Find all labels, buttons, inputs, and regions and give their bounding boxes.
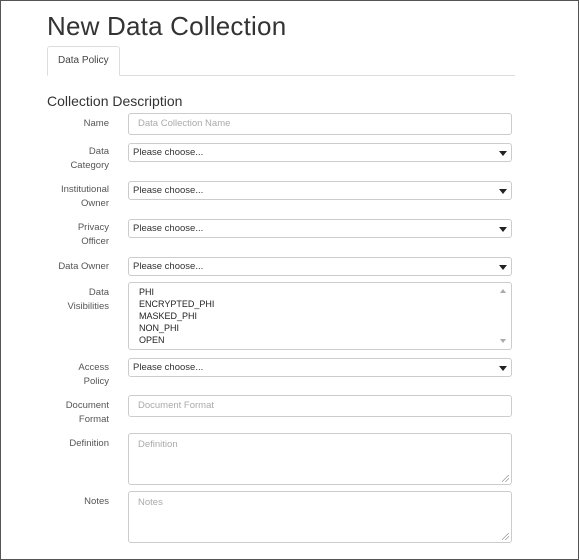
chevron-down-icon [499, 366, 507, 371]
document-format-label: Document Format [47, 399, 109, 427]
data-category-label: Data Category [47, 145, 109, 173]
list-item[interactable]: OPEN [139, 334, 501, 346]
institutional-owner-value: Please choose... [133, 185, 204, 196]
tab-data-policy[interactable]: Data Policy [47, 46, 120, 76]
data-visibilities-label-line1: Data [88, 287, 109, 298]
resize-handle-icon[interactable] [502, 475, 509, 482]
data-owner-select[interactable]: Please choose... [128, 257, 512, 276]
privacy-officer-label: Privacy Officer [47, 221, 109, 249]
page-title: New Data Collection [47, 11, 287, 41]
section-title: Collection Description [47, 93, 183, 109]
access-policy-label-line1: Access [78, 362, 109, 373]
access-policy-label: Access Policy [47, 361, 109, 389]
institutional-owner-label: Institutional Owner [47, 183, 109, 211]
list-item[interactable]: ENCRYPTED_PHI [139, 298, 501, 310]
name-label: Name [83, 118, 109, 129]
scroll-down-icon[interactable] [500, 339, 506, 343]
institutional-owner-label-line2: Owner [81, 198, 109, 209]
definition-placeholder: Definition [138, 439, 178, 450]
notes-placeholder: Notes [138, 497, 163, 508]
document-format-input[interactable]: Document Format [128, 395, 512, 417]
list-item[interactable]: MASKED_PHI [139, 310, 501, 322]
privacy-officer-label-line1: Privacy [77, 222, 109, 233]
scroll-up-icon[interactable] [500, 289, 506, 293]
notes-textarea[interactable]: Notes [128, 491, 512, 543]
data-category-label-line2: Category [70, 160, 109, 171]
definition-textarea[interactable]: Definition [128, 433, 512, 485]
data-visibilities-label: Data Visibilities [47, 286, 109, 314]
data-category-select[interactable]: Please choose... [128, 143, 512, 162]
list-item[interactable]: PHI [139, 286, 501, 298]
name-input[interactable]: Data Collection Name [128, 113, 512, 135]
privacy-officer-label-line2: Officer [81, 236, 109, 247]
data-category-value: Please choose... [133, 147, 204, 158]
resize-handle-icon[interactable] [502, 533, 509, 540]
data-category-label-line1: Data [88, 146, 109, 157]
chevron-down-icon [499, 265, 507, 270]
document-format-label-line2: Format [78, 414, 109, 425]
data-visibilities-listbox[interactable]: PHI ENCRYPTED_PHI MASKED_PHI NON_PHI OPE… [128, 282, 512, 350]
data-visibilities-label-line2: Visibilities [67, 301, 109, 312]
chevron-down-icon [499, 227, 507, 232]
chevron-down-icon [499, 189, 507, 194]
institutional-owner-select[interactable]: Please choose... [128, 181, 512, 200]
document-format-label-line1: Document [65, 400, 109, 411]
notes-label: Notes [84, 496, 109, 507]
data-owner-label: Data Owner [58, 261, 109, 272]
data-owner-value: Please choose... [133, 261, 204, 272]
access-policy-value: Please choose... [133, 362, 204, 373]
definition-label: Definition [69, 438, 109, 449]
access-policy-select[interactable]: Please choose... [128, 358, 512, 377]
window-frame: New Data Collection Data Policy Collecti… [0, 0, 579, 560]
institutional-owner-label-line1: Institutional [60, 184, 109, 195]
access-policy-label-line2: Policy [83, 376, 109, 387]
chevron-down-icon [499, 151, 507, 156]
privacy-officer-value: Please choose... [133, 223, 204, 234]
privacy-officer-select[interactable]: Please choose... [128, 219, 512, 238]
tab-bar: Data Policy [47, 46, 515, 76]
list-item[interactable]: NON_PHI [139, 322, 501, 334]
